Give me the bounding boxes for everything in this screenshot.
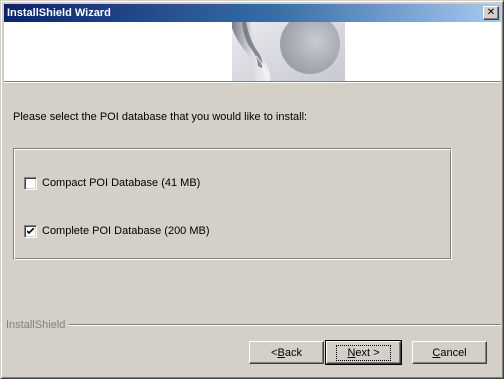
close-button[interactable]: ✕ — [483, 6, 499, 20]
next-button-focus: Next > — [336, 344, 391, 361]
compact-poi-label[interactable]: Compact POI Database (41 MB) — [42, 176, 200, 190]
next-button[interactable]: Next > — [325, 340, 402, 365]
complete-poi-checkbox[interactable] — [24, 224, 37, 238]
option-complete-poi[interactable]: Complete POI Database (200 MB) — [24, 223, 210, 239]
brand-label: InstallShield — [6, 319, 70, 331]
cancel-button[interactable]: Cancel — [412, 341, 487, 364]
database-options-group: Compact POI Database (41 MB) Complete PO… — [13, 148, 452, 260]
window-title: InstallShield Wizard — [7, 7, 111, 19]
cancel-button-rest: ancel — [440, 346, 467, 359]
install-prompt: Please select the POI database that you … — [13, 111, 308, 123]
installshield-wizard-window: InstallShield Wizard ✕ Please select the… — [0, 0, 504, 379]
option-compact-poi[interactable]: Compact POI Database (41 MB) — [24, 175, 200, 191]
cancel-button-mnemonic: C — [432, 346, 441, 359]
installshield-banner-graphic-icon — [232, 22, 345, 81]
close-icon: ✕ — [486, 7, 496, 18]
next-button-rest: ext > — [355, 346, 380, 359]
complete-poi-label[interactable]: Complete POI Database (200 MB) — [42, 224, 210, 238]
compact-poi-checkbox[interactable] — [24, 176, 37, 190]
installshield-brand-separator: InstallShield — [4, 319, 501, 331]
header-banner — [4, 22, 501, 82]
back-button[interactable]: < Back — [249, 341, 324, 364]
checkmark-icon — [27, 227, 34, 234]
title-bar[interactable]: InstallShield Wizard ✕ — [4, 4, 501, 22]
back-button-rest: ack — [284, 346, 302, 359]
back-button-mnemonic: B — [277, 346, 285, 359]
separator-line — [67, 324, 501, 326]
